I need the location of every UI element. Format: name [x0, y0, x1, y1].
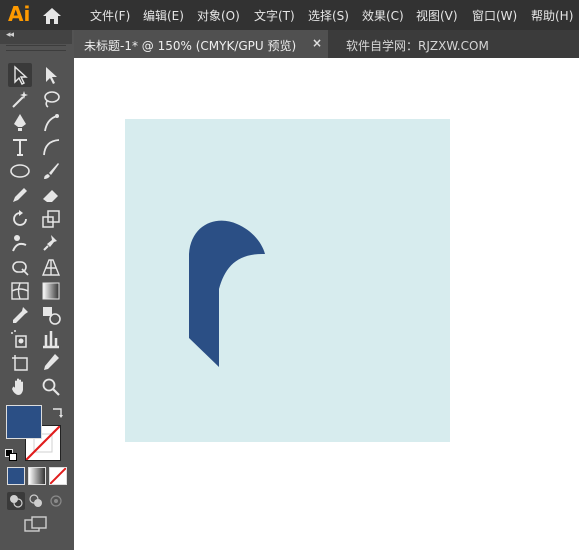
pin-tool-icon[interactable] — [39, 231, 63, 255]
menu-bar: Ai 文件(F) 编辑(E) 对象(O) 文字(T) 选择(S) 效果(C) 视… — [0, 0, 579, 30]
toolbox-header: ◂◂ — [0, 30, 72, 44]
menu-select[interactable]: 选择(S) — [308, 7, 349, 24]
zoom-tool-icon[interactable] — [39, 375, 63, 399]
menu-type[interactable]: 文字(T) — [254, 7, 295, 24]
tab-title: 软件自学网：RJZXW.COM — [346, 39, 489, 53]
eyedropper-tool-icon[interactable] — [8, 303, 32, 327]
menu-window[interactable]: 窗口(W) — [472, 7, 517, 24]
document-tab-bar: 未标题-1* @ 150% (CMYK/GPU 预览) × 软件自学网：RJZX… — [74, 30, 579, 58]
blend-tool-icon[interactable] — [39, 303, 63, 327]
eraser-tool-icon[interactable] — [39, 183, 63, 207]
hand-tool-icon[interactable] — [8, 375, 32, 399]
paintbrush-tool-icon[interactable] — [39, 159, 63, 183]
ellipse-tool-icon[interactable] — [8, 159, 32, 183]
menu-file[interactable]: 文件(F) — [90, 7, 130, 24]
direct-selection-tool-icon[interactable] — [39, 63, 63, 87]
column-graph-tool-icon[interactable] — [39, 327, 63, 351]
lasso-tool-icon[interactable] — [39, 87, 63, 111]
magic-wand-tool-icon[interactable] — [8, 87, 32, 111]
gradient-tool-icon[interactable] — [39, 279, 63, 303]
menu-object[interactable]: 对象(O) — [197, 7, 240, 24]
draw-inside-icon[interactable] — [47, 492, 65, 510]
menu-edit[interactable]: 编辑(E) — [143, 7, 184, 24]
selection-tool-icon[interactable] — [8, 63, 32, 87]
pencil-tool-icon[interactable] — [8, 183, 32, 207]
perspective-grid-tool-icon[interactable] — [39, 255, 63, 279]
tab-untitled-1[interactable]: 未标题-1* @ 150% (CMYK/GPU 预览) × — [74, 30, 328, 58]
rotate-tool-icon[interactable] — [8, 207, 32, 231]
blue-curved-shape[interactable] — [125, 119, 450, 442]
fill-swatch[interactable] — [6, 405, 42, 439]
screen-mode-icon[interactable] — [24, 516, 48, 534]
color-mode-button[interactable] — [7, 467, 25, 485]
app-logo: Ai — [8, 2, 31, 26]
type-tool-icon[interactable] — [8, 135, 32, 159]
default-colors-icon[interactable] — [5, 446, 17, 461]
symbol-sprayer-tool-icon[interactable] — [8, 327, 32, 351]
pen-tool-icon[interactable] — [8, 111, 32, 135]
scale-tool-icon[interactable] — [39, 207, 63, 231]
collapse-icon[interactable]: ◂◂ — [6, 30, 14, 40]
curvature-tool-icon[interactable] — [39, 111, 63, 135]
mesh-tool-icon[interactable] — [8, 279, 32, 303]
swap-fill-stroke-icon[interactable] — [50, 404, 66, 420]
menu-view[interactable]: 视图(V) — [416, 7, 458, 24]
draw-normal-icon[interactable] — [7, 492, 25, 510]
menu-help[interactable]: 帮助(H) — [531, 7, 573, 24]
arc-tool-icon[interactable] — [39, 135, 63, 159]
close-icon[interactable]: × — [312, 36, 322, 50]
menu-effect[interactable]: 效果(C) — [362, 7, 404, 24]
artboard-tool-icon[interactable] — [8, 351, 32, 375]
puppet-warp-tool-icon[interactable] — [8, 231, 32, 255]
draw-behind-icon[interactable] — [27, 492, 45, 510]
none-mode-button[interactable] — [49, 467, 67, 485]
gradient-mode-button[interactable] — [28, 467, 46, 485]
document-canvas[interactable] — [74, 58, 579, 550]
tab-watermark[interactable]: 软件自学网：RJZXW.COM — [328, 30, 579, 58]
artboard[interactable] — [125, 119, 450, 442]
free-transform-tool-icon[interactable] — [8, 255, 32, 279]
panel-grip[interactable] — [6, 45, 66, 51]
tools-panel: ◂◂ — [0, 30, 72, 550]
tab-title: 未标题-1* @ 150% (CMYK/GPU 预览) — [84, 39, 297, 53]
home-icon[interactable] — [42, 7, 62, 25]
slice-tool-icon[interactable] — [39, 351, 63, 375]
